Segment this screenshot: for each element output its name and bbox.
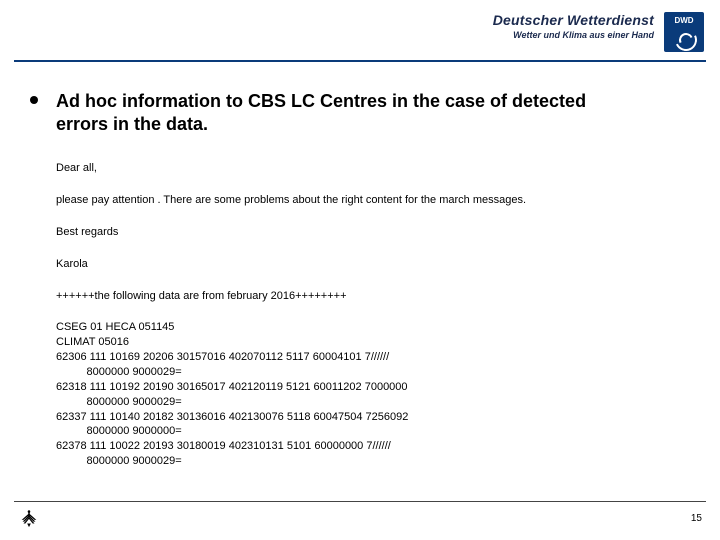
dwd-logo-icon: DWD [664,12,704,52]
brand-subtitle: Wetter und Klima aus einer Hand [493,30,654,40]
brand-block: Deutscher Wetterdienst Wetter und Klima … [493,12,704,52]
paragraph: Best regards [56,225,700,241]
footer: 15 [18,506,702,530]
dwd-logo-label: DWD [674,16,693,25]
page-number: 15 [691,513,702,524]
paragraph: Karola [56,257,700,273]
swirl-icon [672,27,696,49]
paragraph: ++++++the following data are from februa… [56,289,700,305]
brand-title: Deutscher Wetterdienst [493,12,654,28]
data-block: CSEG 01 HECA 051145 CLIMAT 05016 62306 1… [56,320,700,468]
body-text: Dear all, please pay attention . There a… [56,161,700,469]
header-rule [14,60,706,62]
brand-text: Deutscher Wetterdienst Wetter und Klima … [493,12,654,40]
slide: Deutscher Wetterdienst Wetter und Klima … [0,0,720,540]
header: Deutscher Wetterdienst Wetter und Klima … [0,0,720,62]
footer-rule [14,501,706,502]
bullet-icon [30,96,38,104]
paragraph: Dear all, [56,161,700,177]
paragraph: please pay attention . There are some pr… [56,193,700,209]
slide-title: Ad hoc information to CBS LC Centres in … [56,90,616,137]
eagle-icon [18,507,40,529]
bullet-row: Ad hoc information to CBS LC Centres in … [30,90,700,137]
content-area: Ad hoc information to CBS LC Centres in … [30,90,700,469]
